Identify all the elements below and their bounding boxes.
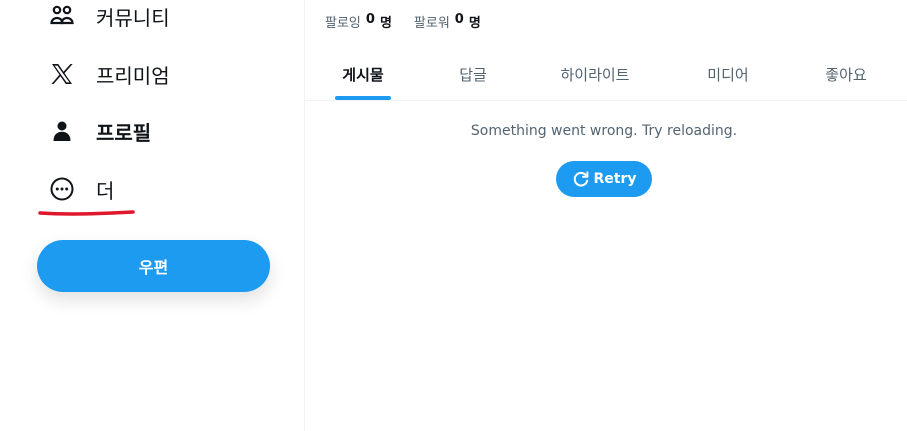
tab-label: 좋아요 <box>825 65 867 84</box>
sidebar-item-label: 더 <box>96 178 115 203</box>
profile-icon <box>48 117 76 145</box>
post-button[interactable]: 우편 <box>37 240 270 292</box>
sidebar-item-label: 프리미엄 <box>96 63 170 88</box>
following-count: 0 <box>365 12 375 27</box>
followers-unit: 명 <box>468 16 481 31</box>
followers-stat[interactable]: 팔로워 0 명 <box>414 12 481 31</box>
retry-label: Retry <box>593 171 637 187</box>
follow-stats: 팔로잉 0 명 팔로워 0 명 <box>325 12 481 31</box>
sidebar-item-premium[interactable]: 프리미엄 <box>48 54 170 94</box>
tab-label: 게시물 <box>342 65 384 84</box>
tab-replies[interactable]: 답글 <box>445 48 501 100</box>
annotation-underline <box>38 210 135 216</box>
sidebar-item-label: 커뮤니티 <box>96 5 170 30</box>
active-tab-indicator <box>335 96 391 100</box>
tab-label: 미디어 <box>707 65 749 84</box>
main-column: 팔로잉 0 명 팔로워 0 명 게시물 답글 하이라이트 미디어 좋아요 Som… <box>305 0 907 431</box>
followers-label: 팔로워 <box>413 16 450 31</box>
more-circle-icon <box>48 175 76 203</box>
error-message: Something went wrong. Try reloading. <box>470 123 738 139</box>
following-label: 팔로잉 <box>325 16 361 31</box>
followers-count: 0 <box>454 12 464 27</box>
tab-label: 답글 <box>459 65 487 84</box>
profile-tabs: 게시물 답글 하이라이트 미디어 좋아요 <box>305 48 907 101</box>
retry-button[interactable]: Retry <box>556 161 652 197</box>
sidebar-item-label: 프로필 <box>96 120 152 145</box>
tab-posts[interactable]: 게시물 <box>325 48 401 100</box>
sidebar-item-communities[interactable]: 커뮤니티 <box>48 0 170 36</box>
tab-label: 하이라이트 <box>560 65 630 84</box>
communities-icon <box>48 2 76 30</box>
following-unit: 명 <box>379 16 392 31</box>
sidebar: 커뮤니티 프리미엄 프로필 더 우편 <box>0 0 305 431</box>
tab-likes[interactable]: 좋아요 <box>811 48 881 100</box>
tab-media[interactable]: 미디어 <box>693 48 763 100</box>
sidebar-item-more[interactable]: 더 <box>48 169 114 209</box>
refresh-icon <box>573 171 588 187</box>
following-stat[interactable]: 팔로잉 0 명 <box>325 12 392 31</box>
tab-highlights[interactable]: 하이라이트 <box>545 48 645 100</box>
sidebar-item-profile[interactable]: 프로필 <box>48 111 151 151</box>
x-logo-icon <box>48 60 76 88</box>
profile-page: 커뮤니티 프리미엄 프로필 더 우편 팔로잉 0 명 팔로워 0 명 게시물 답… <box>0 0 907 431</box>
